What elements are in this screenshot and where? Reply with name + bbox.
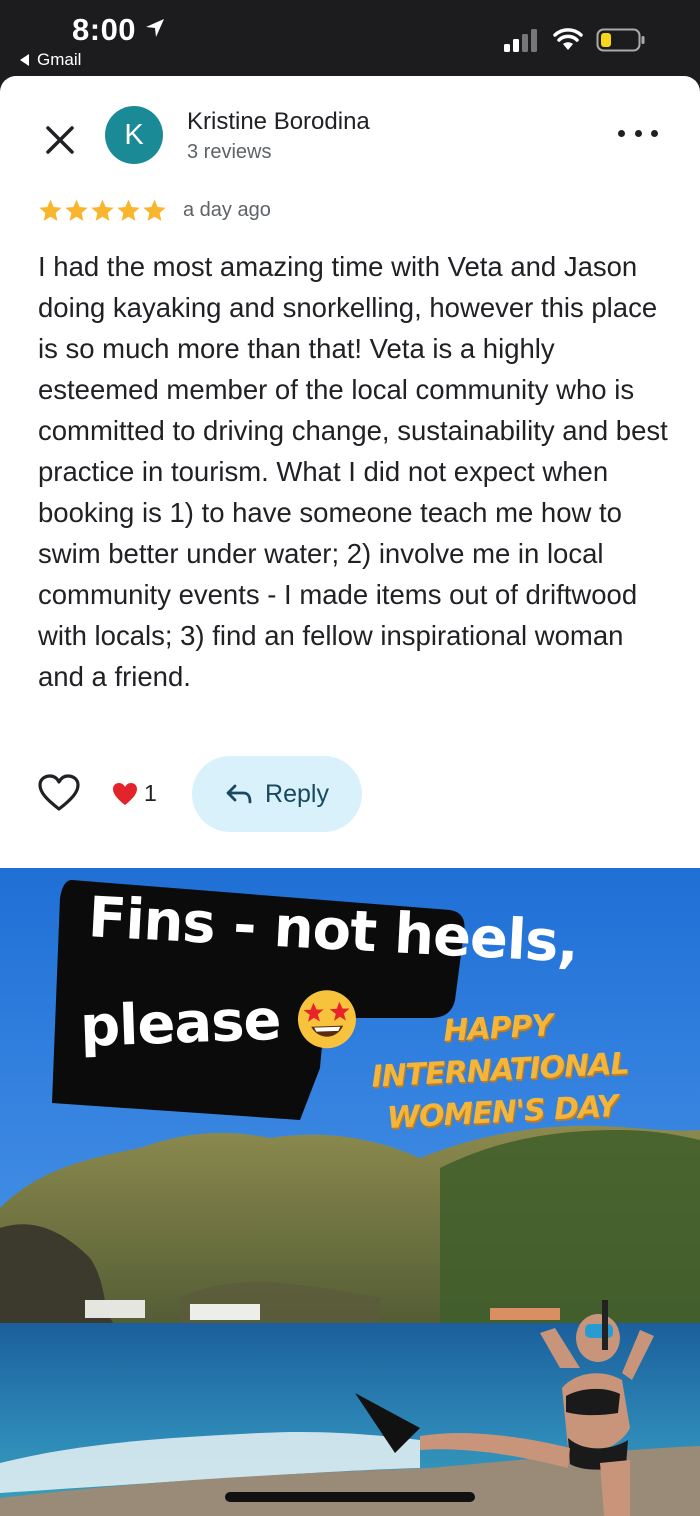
close-icon[interactable] bbox=[40, 120, 80, 160]
star-rating bbox=[38, 198, 167, 223]
dot bbox=[634, 129, 642, 137]
star-icon bbox=[39, 199, 62, 221]
red-heart-icon bbox=[113, 782, 137, 805]
star-icon bbox=[91, 199, 114, 221]
battery-low-icon bbox=[596, 28, 645, 52]
review-photo[interactable]: Fins - not heels, please HAPPY INTERNATI… bbox=[0, 868, 700, 1516]
star-icon bbox=[143, 199, 166, 221]
review-card: K Kristine Borodina 3 reviews a day ago … bbox=[0, 76, 700, 868]
wifi-icon bbox=[553, 28, 583, 50]
star-icon bbox=[65, 199, 88, 221]
avatar[interactable]: K bbox=[105, 106, 163, 164]
cellular-signal-icon bbox=[504, 29, 537, 52]
womens-day-overlay-text: HAPPY INTERNATIONAL WOMEN'S DAY bbox=[370, 1008, 630, 1136]
back-triangle-icon bbox=[20, 54, 29, 66]
beach-scene-image bbox=[0, 868, 700, 1516]
back-app-label: Gmail bbox=[37, 50, 82, 69]
dot bbox=[651, 129, 658, 137]
more-options-button[interactable] bbox=[618, 118, 658, 148]
review-text: I had the most amazing time with Veta an… bbox=[38, 251, 668, 692]
reply-arrow-icon bbox=[226, 784, 252, 804]
back-to-gmail-link[interactable]: Gmail bbox=[20, 50, 81, 70]
sticker-text-please: please bbox=[78, 987, 282, 1060]
rating-row: a day ago bbox=[38, 198, 271, 223]
review-actions: 1 Reply bbox=[38, 756, 438, 832]
dot bbox=[618, 129, 625, 137]
home-indicator bbox=[225, 1492, 475, 1502]
star-icon bbox=[117, 199, 140, 221]
author-review-count: 3 reviews bbox=[187, 141, 272, 163]
status-time: 8:00 bbox=[72, 12, 137, 47]
reaction-count[interactable]: 1 bbox=[112, 780, 157, 807]
reply-button[interactable]: Reply bbox=[192, 756, 362, 832]
reply-label: Reply bbox=[265, 779, 329, 808]
sticker-text-line2: please bbox=[79, 985, 359, 1060]
author-name[interactable]: Kristine Borodina bbox=[187, 108, 370, 136]
reaction-count-value: 1 bbox=[144, 780, 157, 806]
status-bar: 8:00 Gmail bbox=[0, 0, 700, 78]
review-date: a day ago bbox=[183, 199, 271, 221]
heart-outline-icon[interactable] bbox=[38, 774, 80, 812]
location-arrow-icon bbox=[146, 19, 164, 37]
star-struck-emoji-icon bbox=[298, 989, 357, 1048]
